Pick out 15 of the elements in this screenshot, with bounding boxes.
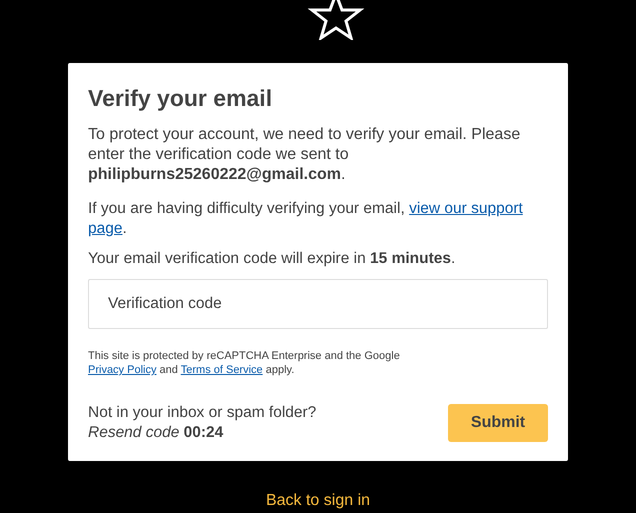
support-text: If you are having difficulty verifying your email, view our support page. [88,199,524,239]
submit-button[interactable]: Submit [448,404,548,442]
verification-code-field[interactable]: Verification code [88,279,548,329]
resend-timer: Resend code 00:24 [88,423,224,443]
card-title: Verify your email [88,84,274,113]
privacy-policy-link[interactable]: Privacy Policy [88,364,156,376]
expiry-text: Your email verification code will expire in 15 minutes. [88,249,456,269]
recaptcha-text: This site is protected by reCAPTCHA Enterprise and the Google Privacy Policy and Terms of Service apply. [88,349,401,377]
support-link[interactable]: view our support [409,200,523,217]
back-to-sign-in-link[interactable]: Back to sign in [266,489,370,513]
intro-text: To protect your account, we need to verify your email. Please enter the verification code we sent to philipburns25260222@gmail.com. [88,125,522,185]
resend-question: Not in your inbox or spam folder? [88,403,316,423]
support-link[interactable]: page [88,220,122,237]
terms-link[interactable]: Terms of Service [180,364,263,376]
star-icon [306,0,366,40]
